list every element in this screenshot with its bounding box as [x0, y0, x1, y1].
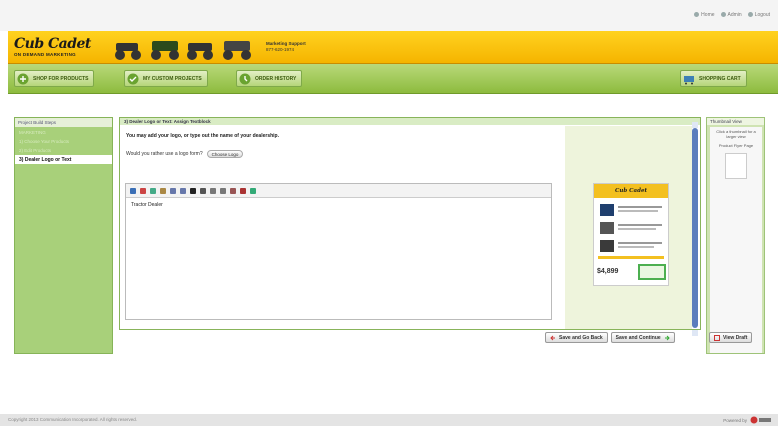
- brand-logo: Cub Cadet: [14, 36, 91, 52]
- brand-subtitle: ON DEMAND MARKETING: [14, 52, 76, 57]
- top-bar: Home Admin Logout: [0, 0, 778, 31]
- bold-icon[interactable]: [190, 187, 196, 194]
- thumbnail-panel: Thumbnail View Click a thumbnail for a l…: [706, 117, 765, 354]
- back-arrow-icon: [550, 335, 555, 340]
- scroll-down-arrow[interactable]: [692, 330, 698, 336]
- provider-logo-icon: [750, 416, 771, 424]
- format-icon[interactable]: [130, 187, 136, 194]
- paste-icon[interactable]: [160, 187, 166, 194]
- dealer-text-box: [638, 264, 666, 280]
- list-icon[interactable]: [220, 187, 226, 194]
- save-go-back-button[interactable]: Save and Go Back: [545, 332, 608, 343]
- shop-icon: [17, 73, 29, 84]
- brand-banner: Cub Cadet ON DEMAND MARKETING Marketing …: [8, 31, 778, 64]
- top-links: Home Admin Logout: [694, 12, 770, 18]
- flyer-brand: Cub Cadet: [594, 184, 668, 198]
- align-left-icon[interactable]: [210, 187, 216, 194]
- step-edit-products[interactable]: 2) Edit Products: [15, 146, 112, 155]
- font-color-icon[interactable]: [140, 187, 146, 194]
- thumbnail-title: Thumbnail View: [707, 118, 764, 125]
- admin-link[interactable]: Admin: [720, 12, 742, 18]
- save-continue-button[interactable]: Save and Continue: [610, 332, 675, 343]
- thumbnail-hint: Click a thumbnail for a larger view: [716, 129, 756, 139]
- logout-icon: [747, 12, 753, 18]
- editor-content[interactable]: Tractor Dealer: [126, 198, 551, 212]
- flyer-preview-area: Cub Cadet $4,899: [565, 126, 692, 329]
- order-history-button[interactable]: ORDER HISTORY: [236, 70, 303, 87]
- logo-question-text: Would you rather use a logo form?: [126, 151, 203, 157]
- projects-icon: [127, 73, 139, 84]
- copyright-text: Copyright 2013 Communication Incorporate…: [8, 417, 138, 422]
- home-link[interactable]: Home: [694, 12, 715, 18]
- action-bar: Save and Go Back Save and Continue: [545, 332, 675, 343]
- step-dealer-logo[interactable]: 3) Dealer Logo or Text: [15, 155, 112, 164]
- shopping-cart-button[interactable]: SHOPPING CART: [680, 70, 747, 87]
- shop-products-button[interactable]: SHOP FOR PRODUCTS: [14, 70, 95, 87]
- choose-logo-button[interactable]: Choose Logo: [206, 150, 244, 158]
- custom-projects-button[interactable]: MY CUSTOM PROJECTS: [124, 70, 208, 87]
- step-choose-products[interactable]: 1) Choose Your Products: [15, 137, 112, 146]
- flyer-preview[interactable]: Cub Cadet $4,899: [593, 183, 669, 286]
- remove-format-icon[interactable]: [240, 187, 246, 194]
- italic-icon[interactable]: [200, 187, 206, 194]
- sidebar-heading: MARKETING: [19, 130, 46, 135]
- panel-title: 3) Dealer Logo or Text: Assign Textblock: [120, 118, 700, 125]
- logo-question: Would you rather use a logo form? Choose…: [126, 150, 244, 158]
- build-steps-sidebar: Project Build Steps MARKETING 1) Choose …: [14, 117, 113, 354]
- forward-arrow-icon: [664, 335, 670, 340]
- text-editor: Tractor Dealer: [125, 183, 552, 320]
- redo-icon[interactable]: [180, 187, 186, 194]
- link-icon[interactable]: [230, 187, 236, 194]
- main-nav: SHOP FOR PRODUCTS MY CUSTOM PROJECTS ORD…: [8, 64, 778, 94]
- editor-toolbar: [126, 184, 551, 198]
- sidebar-title: Project Build Steps: [15, 118, 112, 127]
- special-char-icon[interactable]: [250, 187, 256, 194]
- copy-icon[interactable]: [150, 187, 156, 194]
- vehicles-graphic: [115, 41, 251, 60]
- undo-icon[interactable]: [170, 187, 176, 194]
- main-panel: 3) Dealer Logo or Text: Assign Textblock…: [119, 117, 701, 330]
- draft-icon: [714, 334, 720, 341]
- preview-scrollbar[interactable]: [692, 128, 698, 328]
- thumbnail-page[interactable]: [725, 153, 747, 179]
- flyer-price: $4,899: [597, 268, 619, 275]
- thumbnail-list: Click a thumbnail for a larger view Prod…: [710, 127, 762, 353]
- page-footer: Copyright 2013 Communication Incorporate…: [0, 414, 778, 426]
- admin-icon: [720, 12, 726, 18]
- thumbnail-label: Product Flyer Page: [718, 143, 754, 148]
- home-icon: [694, 12, 700, 18]
- powered-by: Powered by: [723, 416, 772, 424]
- history-icon: [239, 73, 251, 84]
- support-info: Marketing Support 877-620-1974: [266, 41, 306, 52]
- flyer-products-graphic: [598, 204, 664, 259]
- view-draft-button[interactable]: View Draft: [709, 332, 753, 343]
- cart-icon: [684, 75, 694, 84]
- intro-text: You may add your logo, or type out the n…: [126, 133, 279, 139]
- logout-link[interactable]: Logout: [747, 12, 770, 18]
